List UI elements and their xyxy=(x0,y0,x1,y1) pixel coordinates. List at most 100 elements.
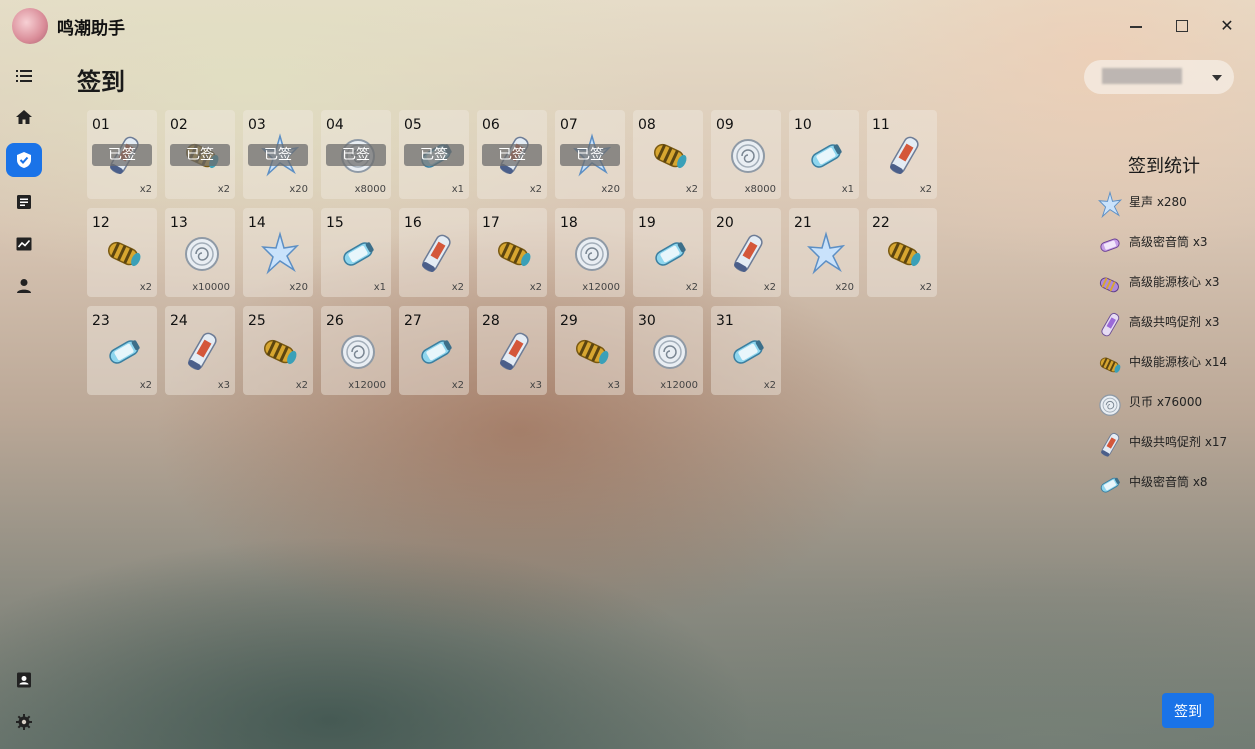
signed-badge: 已签 xyxy=(560,144,620,166)
mid-sealed-tube-icon xyxy=(417,328,455,376)
adv-tuner-icon xyxy=(1098,310,1122,337)
calendar-day-number: 16 xyxy=(404,215,422,231)
calendar-day-cell[interactable]: 05 x1 已签 xyxy=(399,110,469,199)
calendar-day-cell[interactable]: 22 x2 xyxy=(867,208,937,297)
calendar-day-cell[interactable]: 21 x20 xyxy=(789,208,859,297)
reward-count: x1 xyxy=(451,184,464,195)
calendar-day-number: 06 xyxy=(482,117,500,133)
sidebar-item-settings[interactable] xyxy=(6,705,42,739)
mid-tuner-icon xyxy=(417,230,455,278)
calendar-day-number: 14 xyxy=(248,215,266,231)
account-select[interactable] xyxy=(1084,60,1234,94)
stats-item: 贝币 x76000 xyxy=(1098,390,1248,416)
user-icon xyxy=(17,279,31,293)
calendar-day-number: 02 xyxy=(170,117,188,133)
calendar-day-cell[interactable]: 10 x1 xyxy=(789,110,859,199)
sidebar-item-accounts[interactable] xyxy=(6,663,42,697)
calendar-day-number: 11 xyxy=(872,117,890,133)
mid-sealed-tube-icon xyxy=(807,132,845,180)
minimize-button[interactable] xyxy=(1122,12,1150,40)
reward-count: x1 xyxy=(373,282,386,293)
calendar-day-cell[interactable]: 01 x2 已签 xyxy=(87,110,157,199)
shell-credit-icon xyxy=(1098,390,1122,416)
calendar-day-cell[interactable]: 09 x8000 xyxy=(711,110,781,199)
calendar-day-number: 31 xyxy=(716,313,734,329)
calendar-day-cell[interactable]: 17 x2 xyxy=(477,208,547,297)
calendar-day-number: 17 xyxy=(482,215,500,231)
calendar-day-number: 07 xyxy=(560,117,578,133)
calendar-day-cell[interactable]: 14 x20 xyxy=(243,208,313,297)
signed-badge: 已签 xyxy=(326,144,386,166)
sidebar-item-stats[interactable] xyxy=(6,227,42,261)
calendar-day-number: 01 xyxy=(92,117,110,133)
reward-count: x2 xyxy=(763,282,776,293)
shell-credit-icon xyxy=(651,328,689,376)
adv-energy-core-icon xyxy=(1098,270,1122,293)
stats-item: 中级共鸣促剂 x17 xyxy=(1098,430,1248,457)
calendar-day-cell[interactable]: 18 x12000 xyxy=(555,208,625,297)
calendar-day-cell[interactable]: 23 x2 xyxy=(87,306,157,395)
calendar-day-cell[interactable]: 30 x12000 xyxy=(633,306,703,395)
calendar-day-cell[interactable]: 08 x2 xyxy=(633,110,703,199)
calendar-day-number: 22 xyxy=(872,215,890,231)
mid-tuner-icon xyxy=(729,230,767,278)
close-button[interactable]: ✕ xyxy=(1213,12,1241,40)
calendar-day-cell[interactable]: 16 x2 xyxy=(399,208,469,297)
calendar-day-cell[interactable]: 28 x3 xyxy=(477,306,547,395)
reward-count: x3 xyxy=(217,380,230,391)
stats-item-label: 高级共鸣促剂 x3 xyxy=(1129,315,1220,329)
mid-tuner-icon xyxy=(1098,430,1122,457)
sidebar-item-signin[interactable] xyxy=(6,143,42,177)
calendar-day-number: 27 xyxy=(404,313,422,329)
astrite-icon xyxy=(261,230,300,278)
calendar-day-cell[interactable]: 15 x1 xyxy=(321,208,391,297)
calendar-day-cell[interactable]: 11 x2 xyxy=(867,110,937,199)
calendar-day-cell[interactable]: 27 x2 xyxy=(399,306,469,395)
reward-count: x12000 xyxy=(582,282,620,293)
calendar-day-cell[interactable]: 19 x2 xyxy=(633,208,703,297)
calendar-day-cell[interactable]: 20 x2 xyxy=(711,208,781,297)
calendar-day-cell[interactable]: 12 x2 xyxy=(87,208,157,297)
signed-badge: 已签 xyxy=(404,144,464,166)
reward-count: x2 xyxy=(919,184,932,195)
stats-item-label: 中级能源核心 x14 xyxy=(1129,355,1228,369)
calendar-day-cell[interactable]: 31 x2 xyxy=(711,306,781,395)
document-icon xyxy=(17,195,31,209)
mid-energy-core-icon xyxy=(105,230,143,278)
calendar-day-cell[interactable]: 07 x20 已签 xyxy=(555,110,625,199)
calendar-day-number: 09 xyxy=(716,117,734,133)
calendar-day-cell[interactable]: 02 x2 已签 xyxy=(165,110,235,199)
stats-item: 星声 x280 xyxy=(1098,190,1248,219)
maximize-button[interactable] xyxy=(1168,12,1196,40)
calendar-day-number: 05 xyxy=(404,117,422,133)
calendar-day-cell[interactable]: 26 x12000 xyxy=(321,306,391,395)
mid-tuner-icon xyxy=(495,328,533,376)
title-bar: 鸣潮助手 ✕ xyxy=(0,0,1255,52)
reward-count: x8000 xyxy=(744,184,776,195)
sidebar-item-list[interactable] xyxy=(6,59,42,93)
calendar-day-cell[interactable]: 13 x10000 xyxy=(165,208,235,297)
sign-in-button[interactable]: 签到 xyxy=(1162,693,1214,728)
stats-item-label: 星声 x280 xyxy=(1129,195,1187,209)
shell-credit-icon xyxy=(183,230,221,278)
mid-energy-core-icon xyxy=(261,328,299,376)
stats-item-label: 中级密音筒 x8 xyxy=(1129,475,1208,489)
calendar-day-cell[interactable]: 25 x2 xyxy=(243,306,313,395)
stats-item: 高级能源核心 x3 xyxy=(1098,270,1248,293)
stats-item-label: 高级密音筒 x3 xyxy=(1129,235,1208,249)
calendar-day-number: 24 xyxy=(170,313,188,329)
reward-count: x2 xyxy=(685,282,698,293)
reward-count: x20 xyxy=(289,282,308,293)
sidebar-item-notes[interactable] xyxy=(6,185,42,219)
calendar-day-cell[interactable]: 03 x20 已签 xyxy=(243,110,313,199)
calendar-day-cell[interactable]: 29 x3 xyxy=(555,306,625,395)
sidebar xyxy=(0,52,48,749)
calendar-day-cell[interactable]: 06 x2 已签 xyxy=(477,110,547,199)
reward-count: x2 xyxy=(139,184,152,195)
reward-count: x2 xyxy=(685,184,698,195)
calendar-day-cell[interactable]: 24 x3 xyxy=(165,306,235,395)
calendar-day-cell[interactable]: 04 x8000 已签 xyxy=(321,110,391,199)
sidebar-item-home[interactable] xyxy=(6,100,42,134)
shell-credit-icon xyxy=(339,328,377,376)
sidebar-item-profile[interactable] xyxy=(6,269,42,303)
